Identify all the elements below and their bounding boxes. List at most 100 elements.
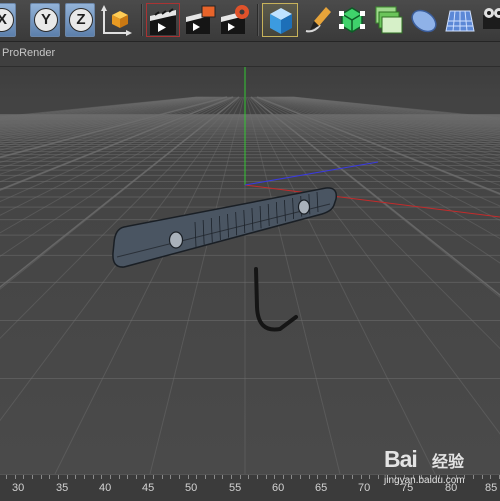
ruler-tick	[83, 475, 85, 479]
render-settings-button[interactable]	[218, 3, 252, 37]
ruler-tick	[92, 475, 94, 479]
ruler-tick	[213, 475, 215, 479]
deformer-icon	[411, 9, 437, 33]
ruler-label: 30	[12, 482, 25, 494]
render-view-icon	[150, 8, 176, 35]
main-toolbar: X Y Z	[0, 0, 500, 42]
ruler-tick	[447, 475, 449, 479]
ruler-label: 40	[99, 482, 112, 494]
ruler-tick	[101, 475, 103, 479]
ruler-tick	[222, 475, 224, 479]
cube-object-button[interactable]	[262, 3, 298, 37]
floor-button[interactable]	[442, 3, 478, 37]
ruler-tick	[32, 475, 33, 479]
world-coordinates-icon	[101, 5, 132, 36]
ruler-tick	[179, 475, 180, 479]
bar-hole-left	[168, 231, 184, 249]
ruler-tick	[265, 475, 267, 479]
3d-viewport[interactable]	[0, 67, 500, 474]
ruler-label: 75	[401, 482, 414, 494]
ruler-tick	[386, 475, 388, 479]
ruler-label: 60	[272, 482, 285, 494]
y-axis-label: Y	[34, 8, 58, 32]
ruler-tick	[153, 475, 155, 479]
ruler-label: 45	[142, 482, 155, 494]
ruler-tick	[75, 475, 77, 479]
ruler-tick	[473, 475, 475, 479]
cube-icon	[270, 8, 292, 34]
ruler-tick	[429, 475, 431, 479]
z-axis-label: Z	[69, 8, 93, 32]
ruler-tick	[455, 475, 457, 479]
lock-y-axis-button[interactable]: Y	[30, 3, 60, 37]
ruler-tick	[317, 475, 319, 479]
viewport-header: ProRender	[0, 42, 500, 67]
render-to-picture-viewer-button[interactable]	[183, 3, 217, 37]
ruler-tick	[239, 475, 241, 479]
camera-button[interactable]	[481, 3, 500, 37]
ruler-tick	[369, 475, 371, 479]
ruler-tick	[274, 475, 276, 479]
viewport-title[interactable]: ProRender	[2, 47, 55, 59]
ruler-tick	[334, 475, 336, 479]
ruler-tick	[291, 475, 293, 479]
ruler-tick	[127, 475, 129, 479]
ruler-tick	[248, 475, 250, 479]
subdivision-surface-button[interactable]	[337, 3, 367, 37]
ruler-tick	[282, 475, 284, 479]
ruler-tick	[161, 475, 163, 479]
floor-icon	[445, 10, 475, 32]
array-button[interactable]	[369, 3, 405, 37]
x-axis-label: X	[0, 8, 14, 32]
ruler-tick	[187, 475, 189, 479]
ruler-tick	[49, 475, 51, 479]
ruler-tick	[57, 475, 59, 479]
render-view-button[interactable]	[146, 3, 180, 37]
ruler-label: 65	[315, 482, 328, 494]
ruler-tick	[66, 475, 68, 479]
render-to-picture-viewer-icon	[186, 5, 216, 34]
subdivision-surface-icon	[339, 7, 365, 33]
ruler-tick	[481, 475, 483, 479]
ruler-tick	[395, 475, 397, 479]
ruler-tick	[135, 475, 137, 479]
ruler-label: 35	[56, 482, 69, 494]
ruler-tick	[230, 475, 232, 479]
ruler-tick	[421, 475, 423, 479]
ruler-label: 50	[185, 482, 198, 494]
ruler-label: 80	[445, 482, 458, 494]
array-icon	[375, 6, 403, 34]
deformer-button[interactable]	[407, 3, 441, 37]
ruler-tick	[352, 475, 353, 479]
ruler-tick	[6, 475, 7, 479]
ruler-tick	[300, 475, 302, 479]
ruler-tick	[308, 475, 310, 479]
ruler-tick	[196, 475, 198, 479]
ruler-tick	[438, 475, 440, 479]
ruler-tick	[14, 475, 16, 479]
ruler-tick	[205, 475, 206, 479]
ruler-tick	[326, 475, 327, 479]
world-coordinates-button[interactable]	[100, 3, 134, 37]
camera-icon	[483, 8, 500, 29]
ruler-tick	[377, 475, 379, 479]
ruler-tick	[412, 475, 414, 479]
ruler-tick	[360, 475, 362, 479]
ruler-label: 55	[229, 482, 242, 494]
ruler-tick	[256, 475, 258, 479]
lock-z-axis-button[interactable]: Z	[65, 3, 95, 37]
spline-pen-button[interactable]	[300, 3, 336, 37]
ruler-tick	[464, 475, 466, 479]
ruler-tick	[40, 475, 42, 479]
ruler-tick	[490, 475, 492, 479]
lock-x-axis-button[interactable]: X	[0, 3, 16, 37]
ruler-tick	[144, 475, 146, 479]
ruler-label: 85	[485, 482, 498, 494]
render-settings-icon	[221, 5, 249, 34]
pen-spline-icon	[305, 7, 331, 33]
ruler-tick	[109, 475, 111, 479]
ruler-tick	[23, 475, 25, 479]
ruler-tick	[118, 475, 120, 479]
timeline-ruler[interactable]: 30 35 40 45 50 55 60 65 70 75 80 85	[0, 474, 500, 501]
viewport-scene	[0, 67, 500, 474]
